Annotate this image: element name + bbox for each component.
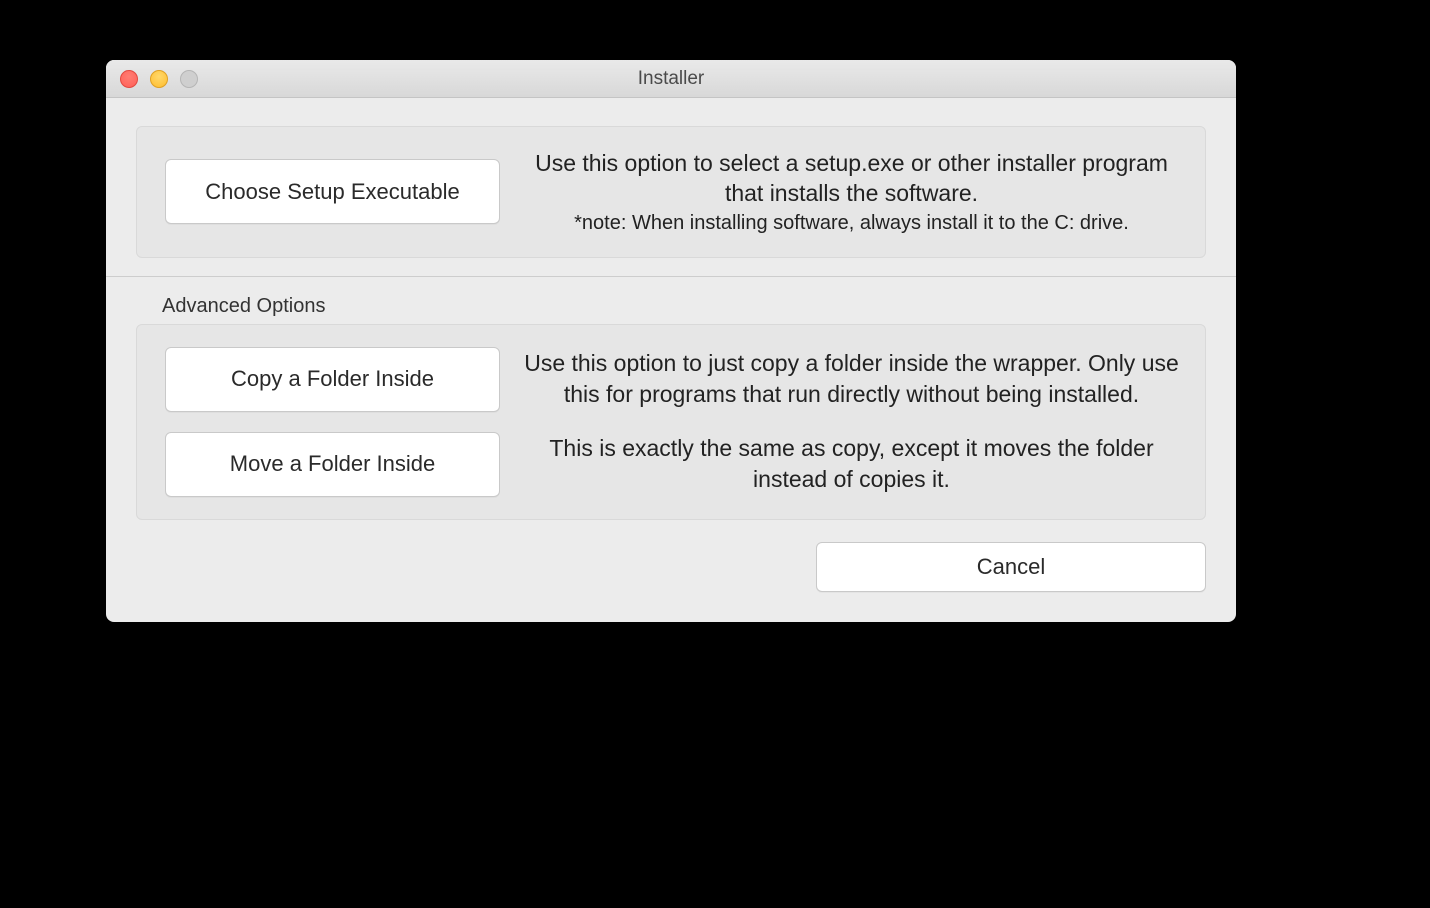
move-row: Move a Folder Inside This is exactly the… [165,432,1181,497]
choose-setup-description: Use this option to select a setup.exe or… [522,149,1181,235]
close-icon[interactable] [120,70,138,88]
window-title: Installer [106,68,1236,90]
footer: Cancel [136,542,1206,592]
choose-setup-desc-text: Use this option to select a setup.exe or… [522,149,1181,209]
copy-row: Copy a Folder Inside Use this option to … [165,347,1181,412]
move-folder-button-label: Move a Folder Inside [230,451,435,477]
minimize-icon[interactable] [150,70,168,88]
divider [106,276,1236,277]
move-folder-description: This is exactly the same as copy, except… [522,433,1181,495]
traffic-lights [120,70,198,88]
cancel-button[interactable]: Cancel [816,542,1206,592]
copy-folder-button-label: Copy a Folder Inside [231,366,434,392]
move-folder-button[interactable]: Move a Folder Inside [165,432,500,497]
advanced-panel: Copy a Folder Inside Use this option to … [136,324,1206,520]
advanced-section-label: Advanced Options [162,295,1206,318]
installer-window: Installer Choose Setup Executable Use th… [106,60,1236,622]
window-content: Choose Setup Executable Use this option … [106,98,1236,622]
choose-setup-note-text: *note: When installing software, always … [522,212,1181,235]
choose-setup-button[interactable]: Choose Setup Executable [165,159,500,224]
copy-folder-description: Use this option to just copy a folder in… [522,348,1181,410]
zoom-icon [180,70,198,88]
choose-setup-button-label: Choose Setup Executable [205,179,459,205]
copy-folder-button[interactable]: Copy a Folder Inside [165,347,500,412]
main-panel: Choose Setup Executable Use this option … [136,126,1206,258]
cancel-button-label: Cancel [977,554,1045,580]
titlebar: Installer [106,60,1236,98]
